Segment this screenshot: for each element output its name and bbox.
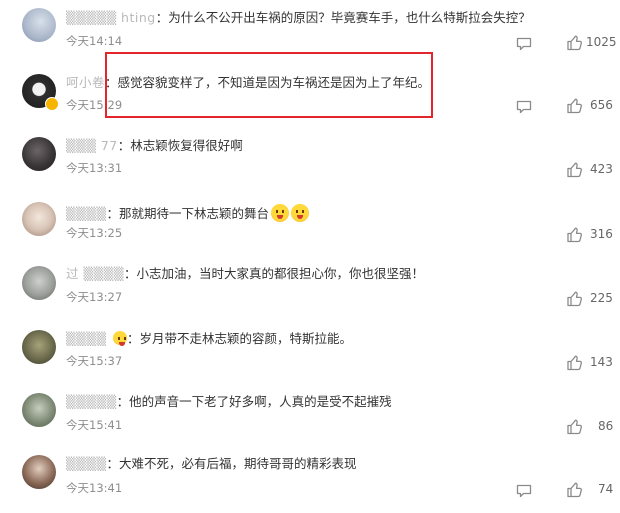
- comment-time: 今天13:31: [66, 161, 123, 175]
- comment-line: ▒▒▒ 77：林志颖恢复得很好啊: [66, 138, 243, 153]
- comment-item: ▒▒▒ 77：林志颖恢复得很好啊 今天13:31 423: [0, 132, 620, 196]
- comment-time: 今天14:14: [66, 34, 123, 48]
- comment-line: ▒▒▒▒▒：他的声音一下老了好多啊，人真的是受不起摧残: [66, 394, 392, 409]
- username-link[interactable]: ▒▒▒ 77: [66, 138, 118, 153]
- reply-icon[interactable]: [516, 99, 532, 114]
- comment-item: 过 ▒▒▒▒：小志加油，当时大家真的都很担心你，你也很坚强！ 今天13:27 2…: [0, 260, 620, 324]
- thumbs-up-icon: [567, 482, 582, 498]
- verified-badge-icon: [45, 97, 59, 111]
- avatar[interactable]: [22, 8, 56, 42]
- like-count: 143: [590, 355, 613, 369]
- comment-line: ▒▒▒▒▒ hting：为什么不公开出车祸的原因？毕竟赛车手，也什么特斯拉会失控…: [66, 10, 531, 25]
- comment-text: 小志加油，当时大家真的都很担心你，你也很坚强！: [136, 266, 424, 281]
- like-count: 656: [590, 98, 613, 112]
- username-link[interactable]: ▒▒▒▒: [66, 456, 106, 471]
- comment-text: 林志颖恢复得很好啊: [130, 138, 243, 153]
- comment-item: ▒▒▒▒ ：岁月带不走林志颖的容颜，特斯拉能。 今天15:37 143: [0, 323, 620, 387]
- comment-time: 今天13:41: [66, 481, 123, 495]
- username-link[interactable]: ▒▒▒▒▒ hting: [66, 10, 156, 25]
- emoji-icon: [290, 204, 309, 222]
- like-count: 423: [590, 162, 613, 176]
- thumbs-up-icon: [567, 162, 582, 178]
- comment-line: ▒▒▒▒：大难不死，必有后福，期待哥哥的精彩表现: [66, 456, 357, 471]
- username-link[interactable]: ▒▒▒▒▒: [66, 394, 117, 409]
- thumbs-up-icon: [567, 355, 582, 371]
- username-link[interactable]: 过 ▒▒▒▒: [66, 266, 124, 281]
- comment-text: 那就期待一下林志颖的舞台: [118, 206, 269, 221]
- reply-icon[interactable]: [516, 36, 532, 51]
- emoji-icon: [270, 204, 289, 222]
- comment-line: 过 ▒▒▒▒：小志加油，当时大家真的都很担心你，你也很坚强！: [66, 266, 424, 281]
- avatar[interactable]: [22, 330, 56, 364]
- avatar[interactable]: [22, 266, 56, 300]
- comment-text: 岁月带不走林志颖的容颜，特斯拉能。: [139, 331, 352, 346]
- comment-text: 大难不死，必有后福，期待哥哥的精彩表现: [118, 456, 357, 471]
- comment-item: ▒▒▒▒▒：他的声音一下老了好多啊，人真的是受不起摧残 今天15:41 86: [0, 387, 620, 451]
- thumbs-up-icon: [567, 227, 582, 243]
- avatar[interactable]: [22, 202, 56, 236]
- comment-line: ▒▒▒▒ ：岁月带不走林志颖的容颜，特斯拉能。: [66, 331, 352, 346]
- reply-icon[interactable]: [516, 483, 532, 498]
- comment-text: 他的声音一下老了好多啊，人真的是受不起摧残: [129, 394, 392, 409]
- comment-time: 今天15:41: [66, 418, 123, 432]
- like-count: 316: [590, 227, 613, 241]
- thumbs-up-icon: [567, 98, 582, 114]
- comment-time: 今天15:37: [66, 354, 123, 368]
- like-count: 1025: [586, 35, 617, 49]
- avatar[interactable]: [22, 137, 56, 171]
- thumbs-up-icon: [567, 35, 582, 51]
- thumbs-up-icon: [567, 291, 582, 307]
- username-link[interactable]: ▒▒▒▒: [66, 206, 106, 221]
- like-count: 86: [598, 419, 614, 433]
- username-link[interactable]: 呵小卷: [66, 75, 105, 90]
- comment-item: ▒▒▒▒：那就期待一下林志颖的舞台 今天13:25 316: [0, 196, 620, 260]
- highlight-box: [105, 52, 433, 118]
- like-count: 225: [590, 291, 613, 305]
- comment-text: 为什么不公开出车祸的原因？毕竟赛车手，也什么特斯拉会失控？: [168, 10, 531, 25]
- like-count: 74: [598, 482, 614, 496]
- username-link[interactable]: ▒▒▒▒: [66, 331, 111, 346]
- comment-line: ▒▒▒▒：那就期待一下林志颖的舞台: [66, 204, 309, 222]
- comment-time: 今天13:25: [66, 226, 123, 240]
- comment-time: 今天13:27: [66, 290, 123, 304]
- avatar[interactable]: [22, 455, 56, 489]
- avatar[interactable]: [22, 393, 56, 427]
- comment-list: ▒▒▒▒▒ hting：为什么不公开出车祸的原因？毕竟赛车手，也什么特斯拉会失控…: [0, 0, 620, 499]
- thumbs-up-icon: [567, 419, 582, 435]
- comment-item: ▒▒▒▒：大难不死，必有后福，期待哥哥的精彩表现 今天13:41 74: [0, 449, 620, 513]
- emoji-icon: [112, 331, 127, 346]
